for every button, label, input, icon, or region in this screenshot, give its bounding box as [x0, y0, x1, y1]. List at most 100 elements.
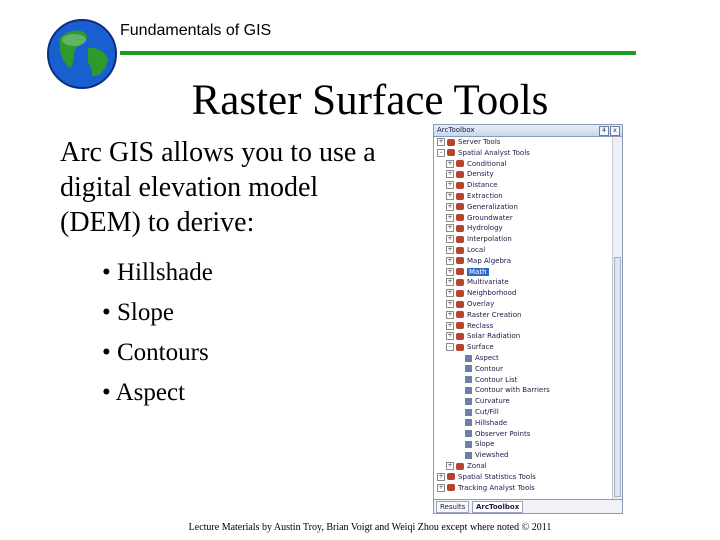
toolbox-item-label: Contour: [475, 364, 503, 373]
close-button[interactable]: x: [610, 126, 620, 136]
toolbox-icon: [456, 214, 464, 222]
expand-icon[interactable]: +: [446, 170, 454, 179]
toolbox-tool[interactable]: Hillshade: [455, 418, 507, 428]
toolbox-tool[interactable]: Curvature: [455, 396, 510, 406]
toolbox-item-label: Surface: [467, 343, 494, 352]
toolbox-tool[interactable]: Cut/Fill: [455, 407, 499, 417]
vertical-scrollbar[interactable]: [612, 137, 622, 499]
toolbox-item-label: Spatial Analyst Tools: [458, 148, 530, 157]
collapse-icon[interactable]: -: [446, 343, 454, 352]
toolbox-item[interactable]: + Density: [446, 169, 494, 179]
toolbox-item[interactable]: + Distance: [446, 180, 498, 190]
scrollbar-thumb[interactable]: [614, 257, 621, 497]
toolbox-item[interactable]: + Interpolation: [446, 234, 512, 244]
toolbox-item-label: Solar Radiation: [467, 332, 521, 341]
toolbox-item[interactable]: + Conditional: [446, 159, 507, 169]
toolbox-item[interactable]: - Surface: [446, 342, 494, 352]
expand-icon[interactable]: +: [437, 138, 445, 146]
toolbox-item[interactable]: + Zonal: [446, 461, 487, 471]
toolbox-title: ArcToolbox: [437, 126, 475, 134]
toolbox-item[interactable]: + Multivariate: [446, 277, 509, 287]
toolbox-icon: [456, 192, 464, 200]
toolbox-titlebar[interactable]: ArcToolbox 4 x: [434, 125, 622, 137]
pin-button[interactable]: 4: [599, 126, 609, 136]
expand-icon[interactable]: +: [446, 246, 454, 254]
toolbox-item-label: Conditional: [467, 159, 507, 168]
toolbox-item[interactable]: + Reclass: [446, 321, 493, 331]
expand-icon[interactable]: +: [446, 213, 454, 222]
tab-arctoolbox[interactable]: ArcToolbox: [472, 501, 524, 513]
toolbox-item[interactable]: + Local: [446, 245, 485, 255]
expand-icon[interactable]: +: [446, 192, 454, 200]
toolbox-item-label: Spatial Statistics Tools: [458, 472, 536, 481]
toolbox-tabs: Results ArcToolbox: [434, 499, 622, 513]
toolbox-tool[interactable]: Aspect: [455, 353, 499, 363]
hammer-icon: [465, 408, 472, 416]
toolbox-item-label: Map Algebra: [467, 256, 512, 265]
toolbox-item-label: Contour with Barriers: [475, 386, 550, 395]
hammer-icon: [465, 430, 472, 438]
toolbox-item[interactable]: + Map Algebra: [446, 256, 511, 266]
toolbox-item-label: Interpolation: [467, 235, 512, 244]
toolbox-item-label: Multivariate: [467, 278, 509, 287]
toolbox-item-label: Aspect: [475, 354, 499, 362]
toolbox-item-label: Observer Points: [475, 429, 531, 438]
toolbox-item[interactable]: + Overlay: [446, 299, 494, 309]
course-title: Fundamentals of GIS: [120, 22, 272, 39]
toolbox-icon: [456, 268, 464, 276]
expand-icon[interactable]: +: [446, 267, 454, 276]
expand-icon[interactable]: +: [437, 483, 445, 492]
toolbox-icon: [456, 322, 464, 330]
toolbox-tool[interactable]: Viewshed: [455, 450, 508, 460]
toolbox-item[interactable]: + Raster Creation: [446, 310, 521, 320]
collapse-icon[interactable]: -: [437, 148, 445, 157]
toolbox-item[interactable]: + Solar Radiation: [446, 331, 520, 341]
toolbox-item-label: Overlay: [467, 300, 495, 308]
expand-icon[interactable]: +: [446, 256, 454, 265]
expand-icon[interactable]: +: [446, 278, 454, 287]
toolbox-item[interactable]: + Spatial Statistics Tools: [437, 472, 536, 482]
toolbox-icon: [456, 300, 464, 308]
toolbox-tool[interactable]: Contour: [455, 364, 503, 374]
toolbox-item[interactable]: + Generalization: [446, 202, 518, 212]
toolbox-item[interactable]: + Neighborhood: [446, 288, 516, 298]
expand-icon[interactable]: +: [446, 235, 454, 244]
expand-icon[interactable]: +: [446, 462, 454, 470]
toolbox-item[interactable]: + Extraction: [446, 191, 503, 201]
expand-icon[interactable]: +: [446, 332, 454, 341]
toolbox-item[interactable]: + Tracking Analyst Tools: [437, 483, 535, 493]
expand-icon[interactable]: +: [446, 224, 454, 233]
footer-credit: Lecture Materials by Austin Troy, Brian …: [188, 522, 552, 533]
expand-icon[interactable]: +: [437, 472, 445, 481]
hammer-icon: [465, 365, 472, 373]
hammer-icon: [465, 419, 472, 427]
toolbox-tool[interactable]: Slope: [455, 439, 494, 449]
toolbox-tool[interactable]: Contour with Barriers: [455, 385, 550, 395]
header-rule: [120, 51, 636, 55]
expand-icon[interactable]: +: [446, 310, 454, 319]
toolbox-icon: [456, 235, 464, 243]
expand-icon[interactable]: +: [446, 289, 454, 298]
toolbox-icon: [456, 332, 464, 340]
toolbox-tool[interactable]: Observer Points: [455, 429, 530, 439]
toolbox-tool[interactable]: Contour List: [455, 375, 517, 385]
tab-results[interactable]: Results: [436, 501, 470, 513]
expand-icon[interactable]: +: [446, 300, 454, 308]
toolbox-item[interactable]: - Spatial Analyst Tools: [437, 148, 530, 158]
toolbox-icon: [447, 149, 455, 157]
toolbox-item[interactable]: + Math: [446, 267, 489, 277]
toolbox-item-label: Cut/Fill: [475, 408, 499, 416]
toolbox-item[interactable]: + Hydrology: [446, 223, 503, 233]
toolbox-item-label: Density: [467, 170, 494, 179]
expand-icon[interactable]: +: [446, 181, 454, 190]
expand-icon[interactable]: +: [446, 321, 454, 330]
expand-icon[interactable]: +: [446, 159, 454, 168]
expand-icon[interactable]: +: [446, 202, 454, 211]
toolbox-item-label: Math: [467, 267, 489, 276]
toolbox-item-label: Hydrology: [467, 224, 503, 233]
toolbox-item-label: Zonal: [467, 462, 487, 470]
toolbox-item[interactable]: + Groundwater: [446, 213, 513, 223]
bullet-item: • Slope: [102, 299, 174, 326]
slide-title: Raster Surface Tools: [191, 77, 549, 124]
toolbox-item[interactable]: + Server Tools: [437, 137, 500, 147]
